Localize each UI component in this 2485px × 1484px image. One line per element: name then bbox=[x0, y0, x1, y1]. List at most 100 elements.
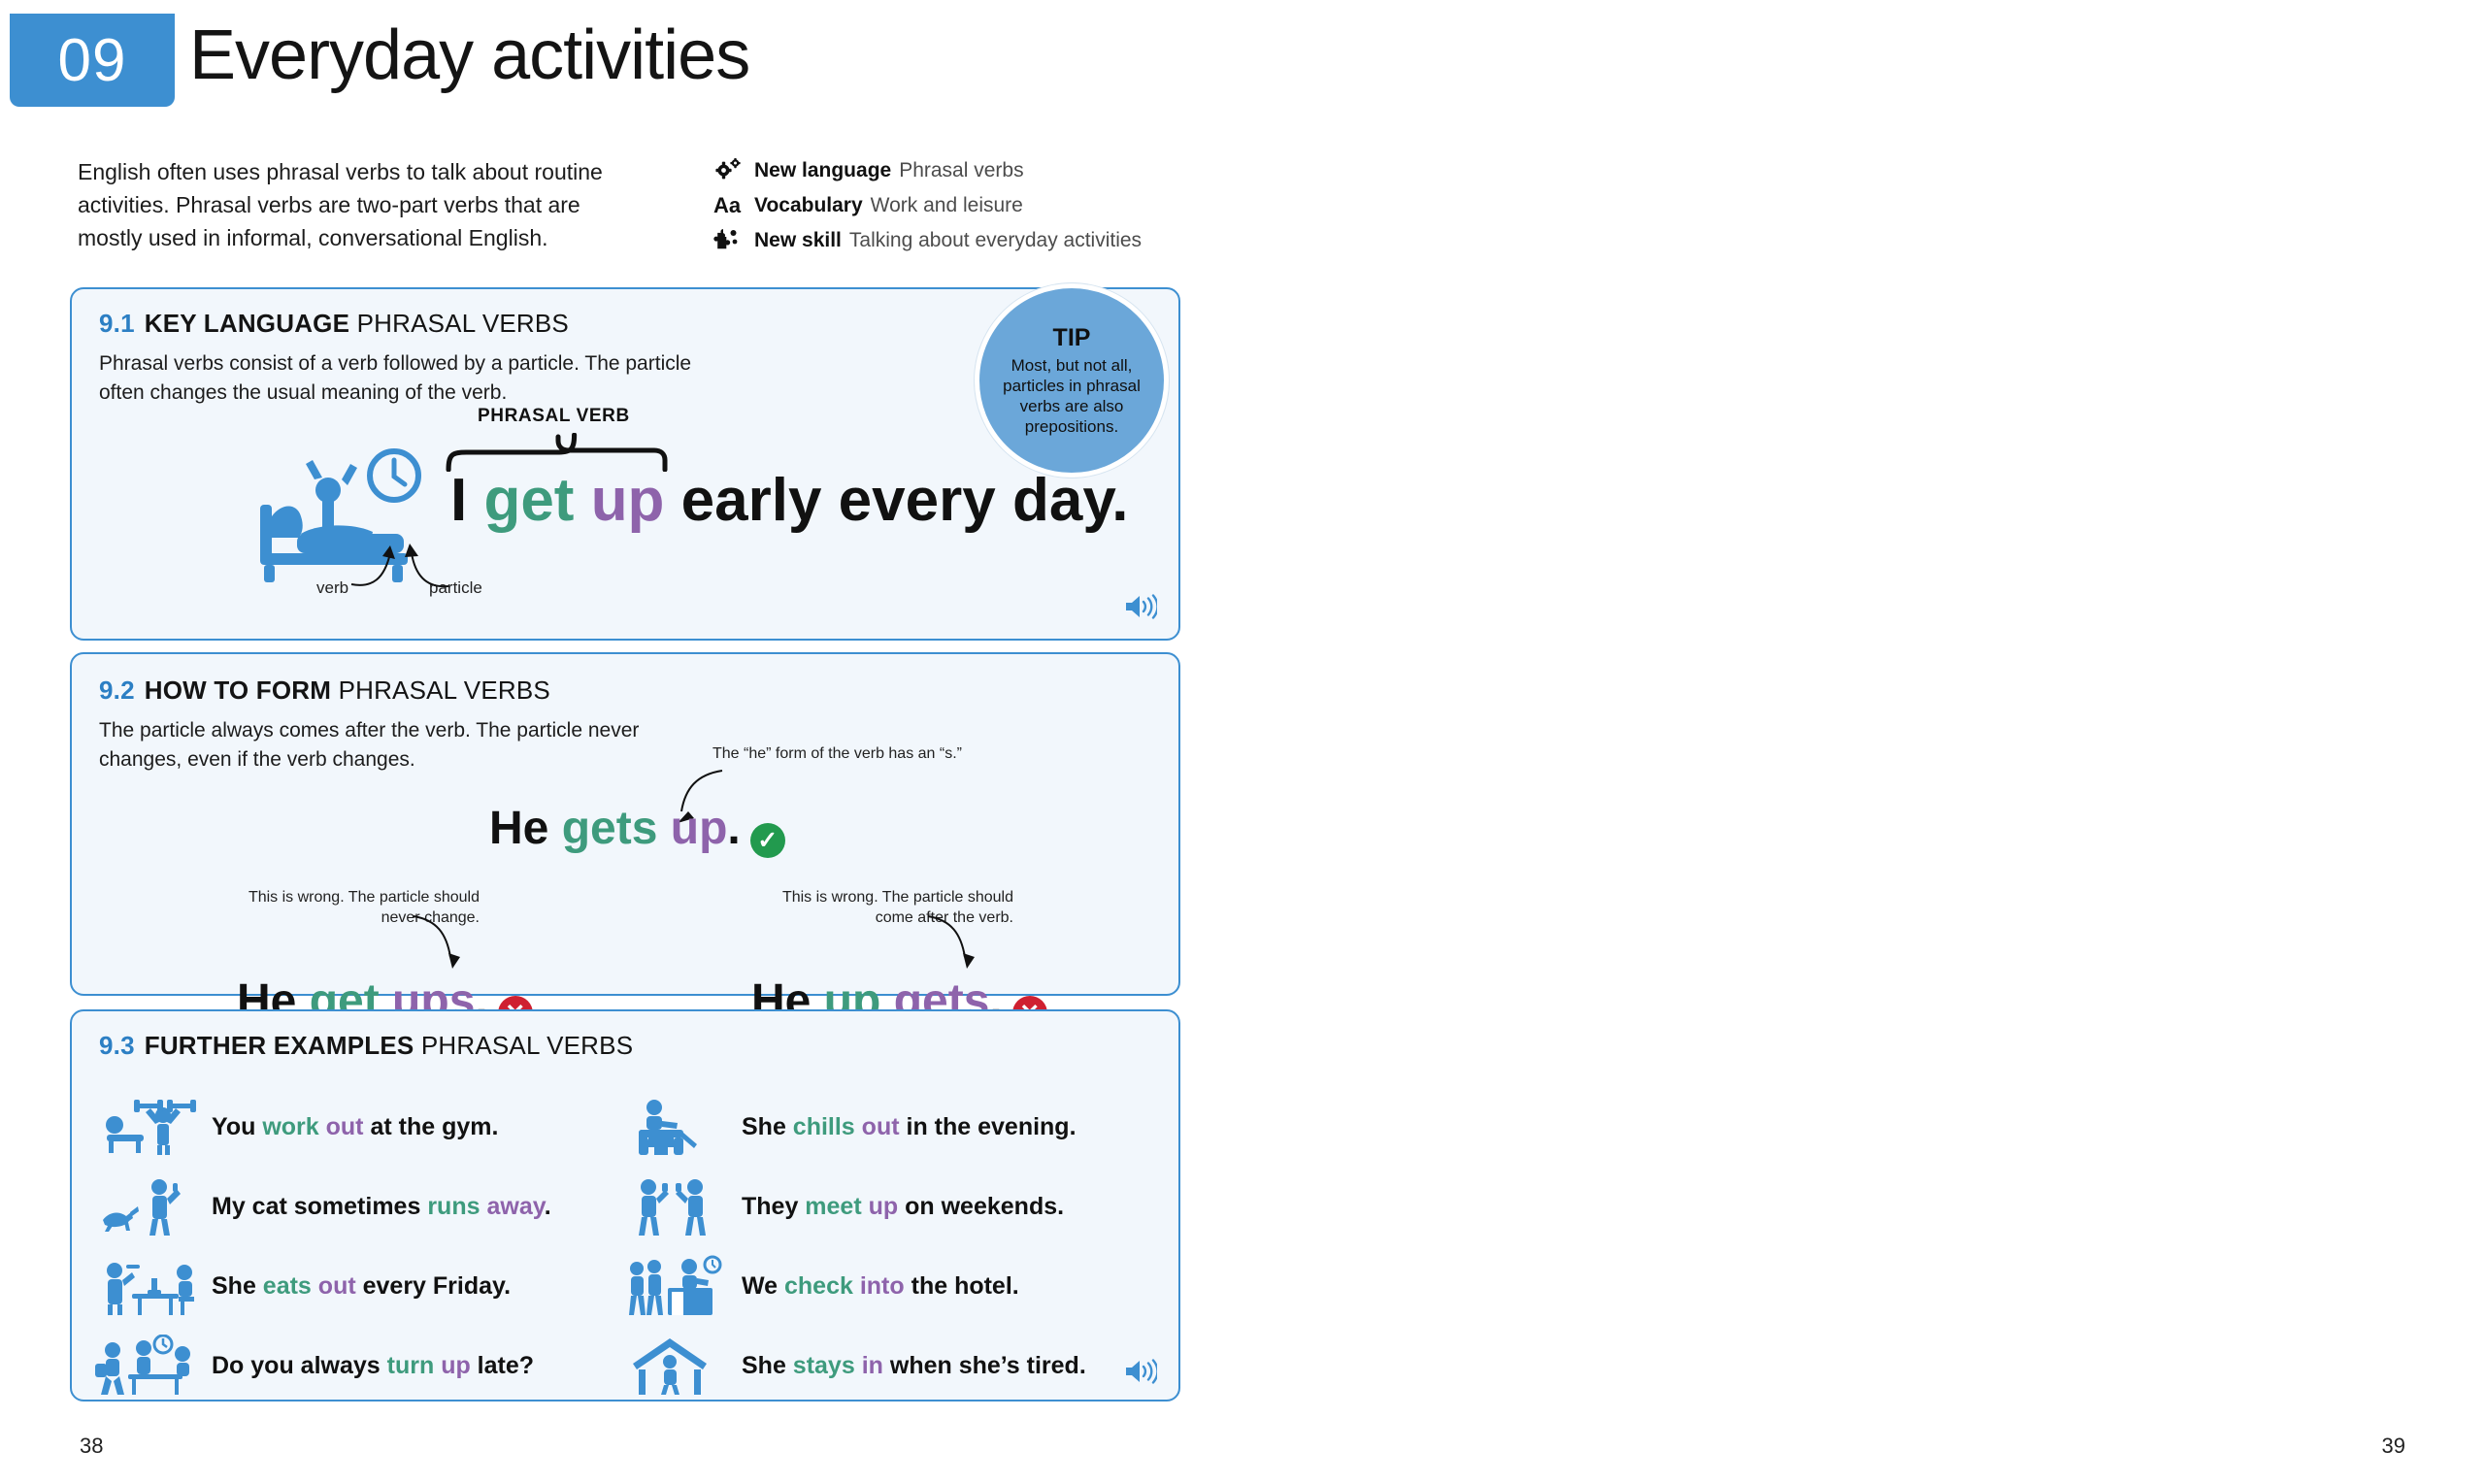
correct-pre: He bbox=[489, 803, 562, 854]
ex-pre: She bbox=[742, 1112, 793, 1140]
meta-label-text: Vocabulary bbox=[754, 194, 863, 216]
phrasal-verb-bracket-label: PHRASAL VERB bbox=[478, 406, 630, 426]
section-9-2-heading: 9.2 HOW TO FORM PHRASAL VERBS bbox=[99, 676, 550, 706]
correct-example: He gets up. ✓ bbox=[489, 802, 785, 858]
meta-label-text: New skill bbox=[754, 229, 842, 251]
puzzle-piece-icon bbox=[713, 228, 754, 251]
cat-running-away-icon bbox=[95, 1175, 212, 1237]
ex-particle: up bbox=[868, 1192, 899, 1220]
list-item: Do you always turn up late? bbox=[95, 1326, 619, 1405]
meta-label-text: New language bbox=[754, 159, 892, 181]
ex-particle: away bbox=[486, 1192, 545, 1220]
gym-workout-icon bbox=[95, 1096, 212, 1158]
ex-pre: We bbox=[742, 1271, 784, 1300]
sentence-post: early every day. bbox=[664, 467, 1129, 534]
note-left-arrow bbox=[413, 915, 460, 969]
aa-icon: Aa bbox=[713, 193, 742, 217]
sentence-pre: I bbox=[450, 467, 484, 534]
ex-post: the hotel. bbox=[904, 1271, 1019, 1300]
two-people-greeting-icon bbox=[625, 1175, 742, 1237]
ex-particle: up bbox=[441, 1351, 471, 1379]
ex-post: every Friday. bbox=[355, 1271, 512, 1300]
house-person-icon bbox=[625, 1335, 742, 1397]
section-subtitle: PHRASAL VERBS bbox=[356, 309, 569, 338]
list-item: You work out at the gym. bbox=[95, 1087, 619, 1167]
examples-column-left: You work out at the gym. My cat sometime… bbox=[95, 1087, 619, 1405]
ex-post: when she’s tired. bbox=[882, 1351, 1086, 1379]
ex-verb: meet bbox=[805, 1192, 862, 1220]
meta-row-new-language: New language Phrasal verbs bbox=[713, 158, 1218, 183]
example-sentence: She eats out every Friday. bbox=[212, 1272, 511, 1301]
ex-post: late? bbox=[470, 1351, 535, 1379]
unit-number: 09 bbox=[57, 26, 127, 94]
section-title: HOW TO FORM bbox=[144, 676, 332, 705]
page-title: Everyday activities bbox=[189, 16, 750, 94]
meta-label: New skill Talking about everyday activiti… bbox=[754, 228, 1142, 253]
section-9-1-body: Phrasal verbs consist of a verb followed… bbox=[99, 352, 692, 404]
example-sentence: She stays in when she’s tired. bbox=[742, 1352, 1086, 1380]
list-item: She stays in when she’s tired. bbox=[625, 1326, 1149, 1405]
section-number: 9.1 bbox=[99, 309, 135, 338]
meta-row-new-skill: New skill Talking about everyday activiti… bbox=[713, 228, 1218, 253]
unit-intro-text: English often uses phrasal verbs to talk… bbox=[78, 159, 603, 250]
particle-pointer-arrow bbox=[405, 544, 449, 588]
list-item: We check into the hotel. bbox=[625, 1246, 1149, 1326]
speaker-icon[interactable] bbox=[1124, 592, 1157, 621]
ex-verb: work bbox=[262, 1112, 319, 1140]
section-number: 9.3 bbox=[99, 1031, 135, 1060]
section-9-3-panel: 9.3 FURTHER EXAMPLES PHRASAL VERBS You wo… bbox=[70, 1009, 1180, 1402]
hotel-reception-icon bbox=[625, 1255, 742, 1317]
ex-verb: eats bbox=[262, 1271, 312, 1300]
textbook-spread: 09 Everyday activities English often use… bbox=[0, 0, 2485, 1484]
meta-value-text: Talking about everyday activities bbox=[848, 229, 1143, 251]
ex-post: in the evening. bbox=[899, 1112, 1077, 1140]
correct-particle: up bbox=[670, 803, 728, 854]
ex-particle: out bbox=[317, 1271, 356, 1300]
unit-number-badge: 09 bbox=[10, 14, 175, 107]
examples-column-right: She chills out in the evening. They meet… bbox=[625, 1087, 1149, 1405]
example-sentence: Do you always turn up late? bbox=[212, 1352, 534, 1380]
section-9-1-heading: 9.1 KEY LANGUAGE PHRASAL VERBS bbox=[99, 309, 569, 339]
ex-post: . bbox=[544, 1192, 551, 1220]
tip-bubble: TIP Most, but not all, particles in phra… bbox=[975, 283, 1169, 478]
ex-pre: You bbox=[212, 1112, 263, 1140]
section-title: FURTHER EXAMPLES bbox=[144, 1031, 414, 1060]
unit-meta-list: New language Phrasal verbs Aa Vocabulary W… bbox=[713, 158, 1218, 263]
meta-value-text: Phrasal verbs bbox=[899, 159, 1024, 181]
restaurant-dining-icon bbox=[95, 1255, 212, 1317]
late-arrival-clock-icon bbox=[95, 1335, 212, 1397]
ex-pre: She bbox=[212, 1271, 263, 1300]
verb-tag-label: verb bbox=[316, 578, 349, 597]
section-title: KEY LANGUAGE bbox=[144, 309, 350, 338]
check-mark-icon: ✓ bbox=[749, 823, 785, 858]
page-number-right: 39 bbox=[2381, 1434, 2405, 1458]
section-9-2-body: The particle always comes after the verb… bbox=[99, 719, 640, 771]
page-number-left: 38 bbox=[80, 1434, 104, 1458]
speaker-icon[interactable] bbox=[1124, 1357, 1157, 1386]
meta-row-vocabulary: Aa Vocabulary Work and leisure bbox=[713, 193, 1218, 218]
ex-verb: runs bbox=[427, 1192, 480, 1220]
relaxing-sofa-icon bbox=[625, 1096, 742, 1158]
list-item: My cat sometimes runs away. bbox=[95, 1167, 619, 1246]
sentence-verb: get bbox=[483, 467, 575, 534]
ex-pre: Do you always bbox=[212, 1351, 387, 1379]
ex-pre: They bbox=[742, 1192, 806, 1220]
ex-pre: She bbox=[742, 1351, 793, 1379]
section-subtitle: PHRASAL VERBS bbox=[338, 676, 550, 705]
ex-verb: chills bbox=[792, 1112, 855, 1140]
section-9-2-panel: 9.2 HOW TO FORM PHRASAL VERBS The particl… bbox=[70, 652, 1180, 1031]
ex-post: on weekends. bbox=[898, 1192, 1065, 1220]
correct-post: . bbox=[727, 803, 741, 854]
example-sentence: My cat sometimes runs away. bbox=[212, 1193, 551, 1221]
ex-particle: into bbox=[859, 1271, 905, 1300]
correct-verb: gets bbox=[561, 803, 658, 854]
section-number: 9.2 bbox=[99, 676, 135, 705]
list-item: She eats out every Friday. bbox=[95, 1246, 619, 1326]
example-sentence: We check into the hotel. bbox=[742, 1272, 1019, 1301]
sentence-particle: up bbox=[590, 467, 665, 534]
tip-title: TIP bbox=[1052, 324, 1091, 351]
meta-label: Vocabulary Work and leisure bbox=[754, 193, 1023, 218]
example-sentence-9-1: I get up early every day. bbox=[450, 466, 1128, 535]
meta-value-text: Work and leisure bbox=[870, 194, 1023, 216]
tip-text: Most, but not all, particles in phrasal … bbox=[1003, 356, 1141, 436]
